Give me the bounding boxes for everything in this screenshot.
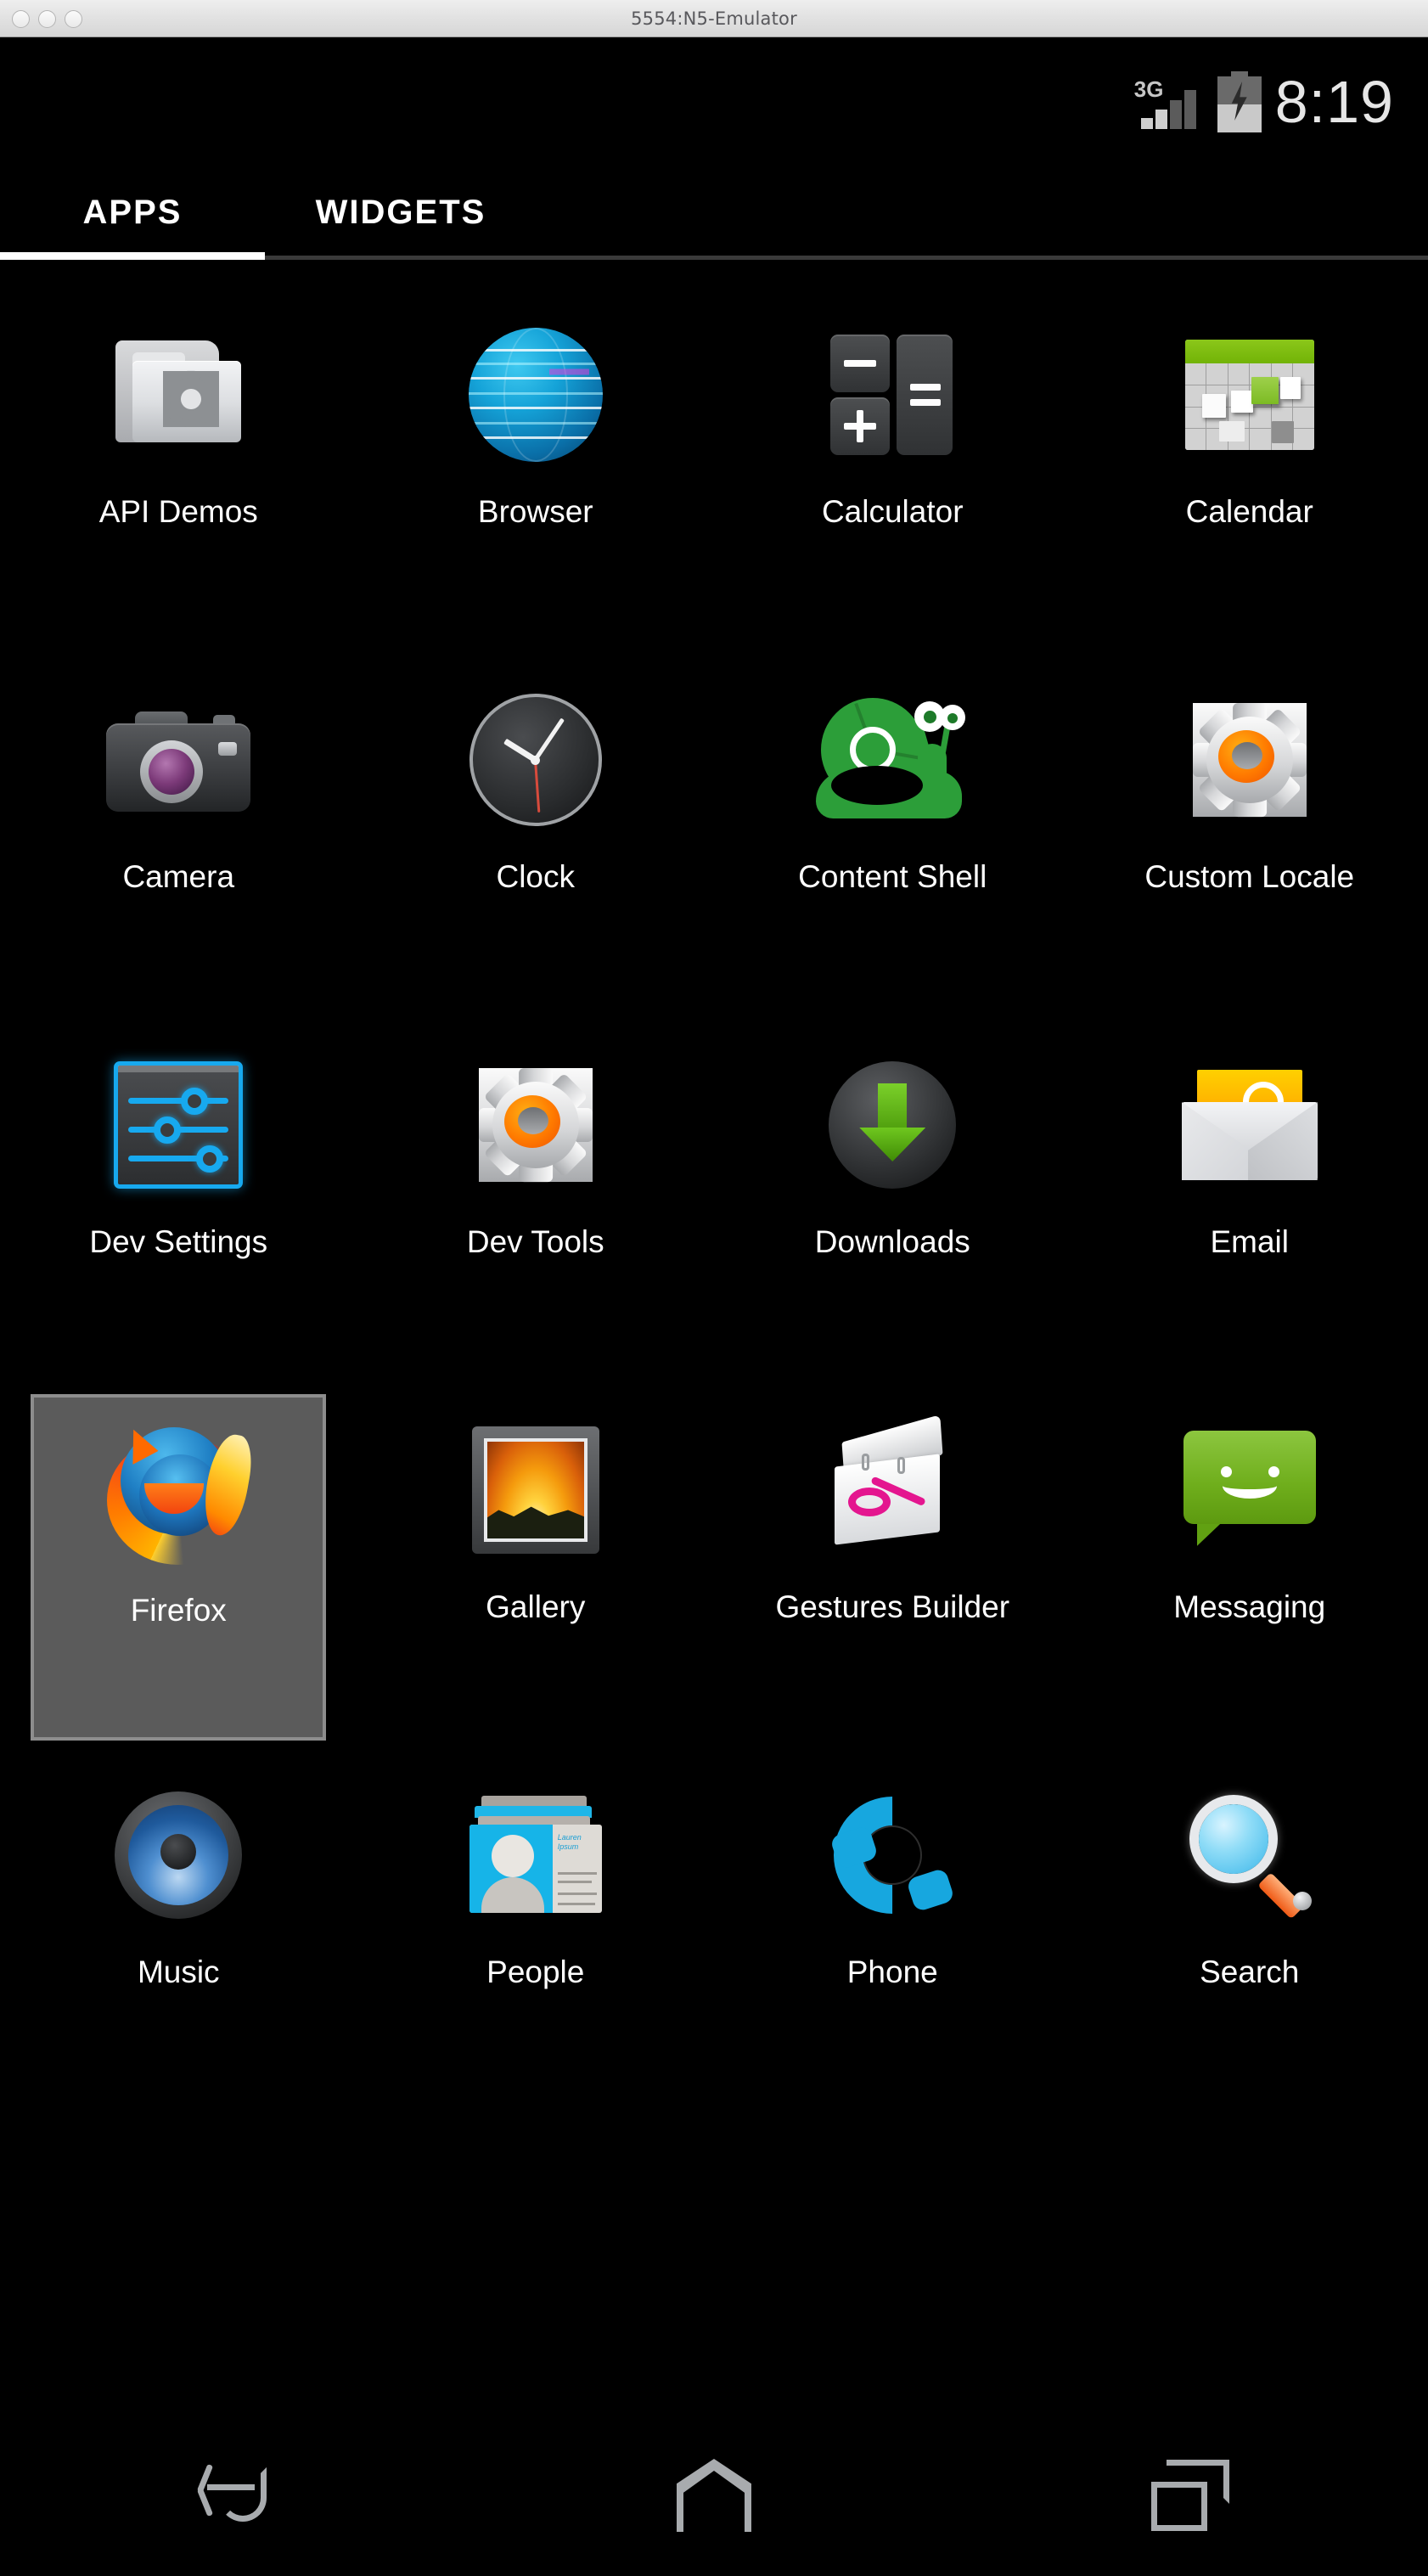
app-label: Dev Settings	[89, 1224, 268, 1259]
envelope-at-icon	[1169, 1044, 1330, 1206]
navigation-bar	[0, 2415, 1428, 2576]
gear-orange-icon	[455, 1044, 616, 1206]
app-label: Calendar	[1185, 494, 1313, 529]
chat-bubble-icon	[1169, 1409, 1330, 1571]
contact-name-line2: Ipsum	[557, 1842, 579, 1851]
emulator-window: 5554:N5-Emulator 3G 8:19 APPS WIDGETS AP…	[0, 0, 1428, 2576]
analog-clock-icon	[455, 679, 616, 841]
contact-card-icon: Lauren Ipsum	[455, 1775, 616, 1936]
camera-icon	[98, 679, 259, 841]
app-label: Dev Tools	[466, 1224, 604, 1259]
nav-recents-button[interactable]	[1105, 2440, 1275, 2551]
zoom-icon[interactable]	[65, 9, 82, 28]
app-label: Search	[1200, 1954, 1300, 1989]
magnifier-icon	[1169, 1775, 1330, 1936]
app-label: Music	[137, 1954, 220, 1989]
app-item-dev-tools[interactable]: Dev Tools	[357, 1010, 715, 1375]
gear-orange-icon	[1169, 679, 1330, 841]
app-item-phone[interactable]: Phone	[714, 1741, 1071, 2106]
tab-selected-indicator	[0, 252, 265, 260]
app-item-clock[interactable]: Clock	[357, 645, 715, 1010]
globe-icon	[455, 314, 616, 475]
calculator-keys-icon	[812, 314, 973, 475]
app-label: Custom Locale	[1144, 859, 1355, 894]
app-label: Gestures Builder	[775, 1589, 1010, 1624]
sliders-panel-icon	[98, 1044, 259, 1206]
snail-icon	[812, 679, 973, 841]
device-screen: 3G 8:19 APPS WIDGETS API Demos Browser C…	[0, 38, 1428, 2576]
app-label: API Demos	[98, 494, 258, 529]
signal-strength-icon: 3G	[1134, 73, 1204, 131]
app-item-content-shell[interactable]: Content Shell	[714, 645, 1071, 1010]
app-label: Messaging	[1173, 1589, 1326, 1624]
app-item-camera[interactable]: Camera	[0, 645, 357, 1010]
picture-frame-icon	[455, 1409, 616, 1571]
app-item-gallery[interactable]: Gallery	[357, 1375, 715, 1741]
app-label: Calculator	[821, 494, 964, 529]
folder-gear-icon	[98, 314, 259, 475]
nav-back-button[interactable]	[153, 2440, 323, 2551]
tab-apps[interactable]: APPS	[0, 166, 265, 259]
app-item-downloads[interactable]: Downloads	[714, 1010, 1071, 1375]
tab-widgets[interactable]: WIDGETS	[265, 166, 537, 259]
app-item-email[interactable]: Email	[1071, 1010, 1428, 1375]
window-title: 5554:N5-Emulator	[631, 8, 797, 29]
app-item-api-demos[interactable]: API Demos	[0, 280, 357, 645]
app-label: Clock	[496, 859, 576, 894]
app-grid: API Demos Browser Calculator Calendar Ca…	[0, 280, 1428, 2318]
app-item-dev-settings[interactable]: Dev Settings	[0, 1010, 357, 1375]
home-icon	[676, 2459, 751, 2532]
app-item-messaging[interactable]: Messaging	[1071, 1375, 1428, 1741]
close-icon[interactable]	[12, 9, 30, 28]
app-label: Email	[1210, 1224, 1290, 1259]
recents-icon	[1150, 2460, 1229, 2531]
download-arrow-icon	[812, 1044, 973, 1206]
app-item-people[interactable]: Lauren Ipsum People	[357, 1741, 715, 2106]
tab-widgets-label: WIDGETS	[315, 193, 486, 231]
battery-charging-icon	[1217, 71, 1262, 132]
firefox-icon	[98, 1413, 259, 1574]
speaker-icon	[98, 1775, 259, 1936]
contact-name-line1: Lauren	[557, 1833, 582, 1842]
app-item-music[interactable]: Music	[0, 1741, 357, 2106]
app-item-search[interactable]: Search	[1071, 1741, 1428, 2106]
app-label: People	[486, 1954, 585, 1989]
app-label: Downloads	[814, 1224, 970, 1259]
status-bar: 3G 8:19	[0, 38, 1428, 166]
notepad-gesture-icon	[812, 1409, 973, 1571]
tab-bar: APPS WIDGETS	[0, 166, 1428, 259]
window-controls[interactable]	[12, 0, 82, 37]
calendar-grid-icon	[1169, 314, 1330, 475]
app-item-gestures-builder[interactable]: Gestures Builder	[714, 1375, 1071, 1741]
app-item-calendar[interactable]: Calendar	[1071, 280, 1428, 645]
app-label: Gallery	[486, 1589, 586, 1624]
back-arrow-icon	[197, 2459, 277, 2532]
app-label: Camera	[122, 859, 235, 894]
app-label: Content Shell	[798, 859, 987, 894]
app-label: Firefox	[130, 1593, 227, 1628]
app-label: Phone	[846, 1954, 938, 1989]
status-clock: 8:19	[1274, 69, 1394, 135]
app-item-calculator[interactable]: Calculator	[714, 280, 1071, 645]
phone-handset-icon	[809, 1772, 975, 1938]
nav-home-button[interactable]	[629, 2440, 799, 2551]
app-label: Browser	[477, 494, 593, 529]
minimize-icon[interactable]	[38, 9, 56, 28]
app-item-firefox[interactable]: Firefox	[0, 1375, 357, 1741]
tab-apps-label: APPS	[82, 193, 183, 231]
app-item-custom-locale[interactable]: Custom Locale	[1071, 645, 1428, 1010]
app-item-browser[interactable]: Browser	[357, 280, 715, 645]
window-titlebar: 5554:N5-Emulator	[0, 0, 1428, 37]
